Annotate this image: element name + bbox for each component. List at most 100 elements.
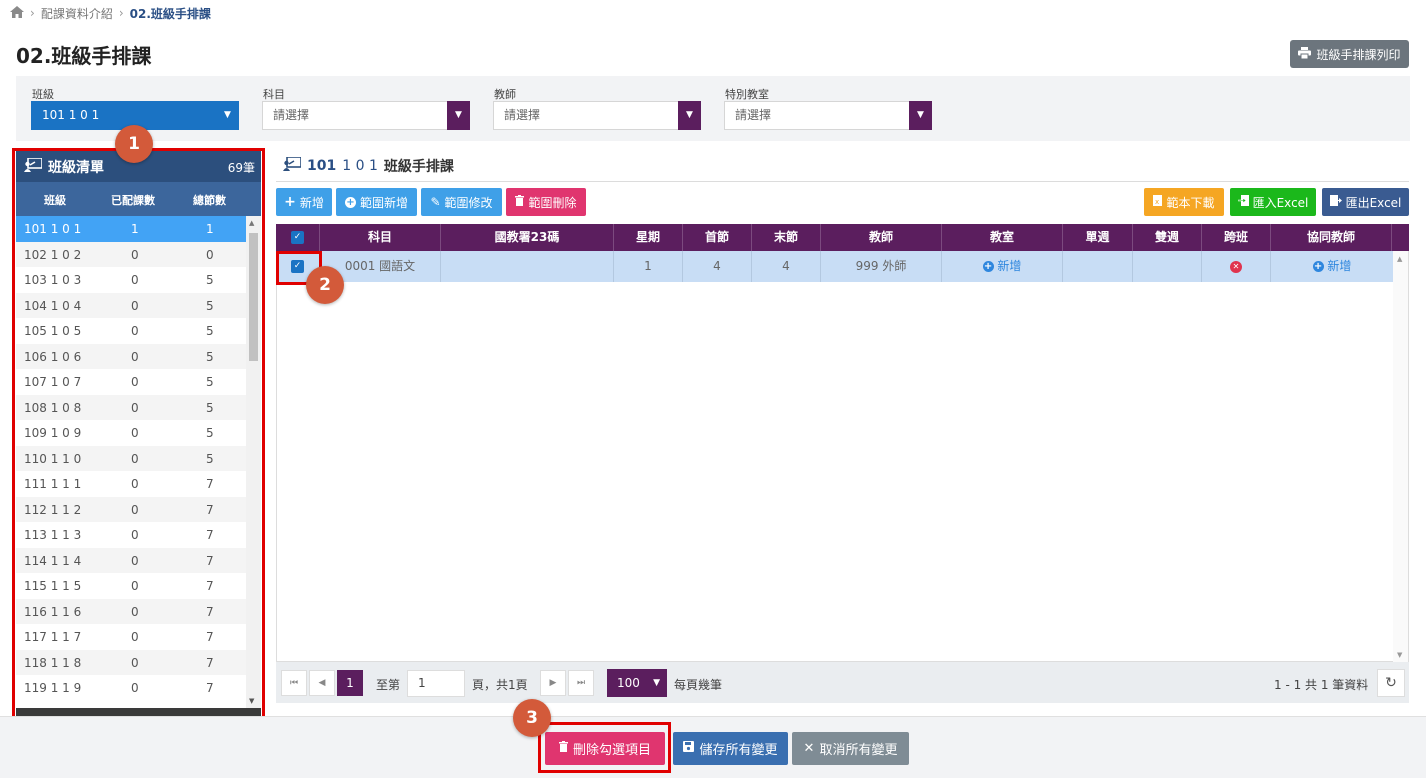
subject-select-value: 請選擇: [273, 108, 310, 122]
print-button[interactable]: 班級手排課列印: [1290, 40, 1409, 68]
col-first-period[interactable]: 首節: [683, 224, 752, 251]
subject-select[interactable]: 請選擇 ▼: [262, 101, 470, 130]
cell-co-teacher[interactable]: + 新增: [1271, 251, 1393, 282]
filter-bar: 班級 101 1 0 1 ▼ 科目 請選擇 ▼ 教師 請選擇 ▼ 特別教室 請選…: [16, 76, 1410, 141]
cell-teacher[interactable]: 999 外師: [821, 251, 942, 282]
col-subject[interactable]: 科目: [320, 224, 441, 251]
col-single-week[interactable]: 單週: [1063, 224, 1133, 251]
col-co-teacher[interactable]: 協同教師: [1271, 224, 1392, 251]
caret-down-icon: ▼: [909, 101, 932, 130]
schedule-title: 101 1 0 1 班級手排課: [283, 156, 454, 176]
cell-code23[interactable]: [441, 251, 614, 282]
caret-down-icon: ▼: [224, 110, 231, 120]
close-circle-icon[interactable]: ✕: [1230, 260, 1242, 273]
caret-down-icon: ▼: [447, 101, 470, 130]
cell-weekday[interactable]: 1: [614, 251, 683, 282]
file-export-icon: [1329, 195, 1342, 209]
breadcrumb: › 配課資料介紹 › 02.班級手排課: [10, 5, 211, 21]
cell-single-week[interactable]: [1063, 251, 1133, 282]
room-add-label: 新增: [997, 259, 1022, 273]
export-excel-label: 匯出Excel: [1345, 195, 1402, 210]
pager-summary: 1 - 1 共 1 筆資料: [1274, 678, 1369, 692]
page-size-label: 每頁幾筆: [674, 678, 723, 692]
page-size-select[interactable]: 100 ▼: [607, 669, 667, 697]
add-label: 新增: [299, 195, 324, 210]
cell-first-period[interactable]: 4: [683, 251, 752, 282]
room-select-value: 請選擇: [735, 108, 772, 122]
next-page-icon[interactable]: ▶: [540, 670, 566, 696]
template-download-label: 範本下載: [1166, 195, 1215, 210]
caret-down-icon: ▼: [678, 101, 701, 130]
import-excel-button[interactable]: 匯入Excel: [1230, 188, 1316, 216]
room-select[interactable]: 請選擇 ▼: [724, 101, 932, 130]
col-double-week[interactable]: 雙週: [1133, 224, 1202, 251]
cell-room[interactable]: + 新增: [942, 251, 1063, 282]
export-excel-button[interactable]: 匯出Excel: [1322, 188, 1409, 216]
schedule-grid-header: ✓ 科目 國教署23碼 星期 首節 末節 教師 教室 單週 雙週 跨班 協同教師: [276, 224, 1409, 251]
goto-page-input[interactable]: 1: [407, 670, 465, 697]
plus-circle-icon: +: [344, 196, 356, 208]
teacher-select[interactable]: 請選擇 ▼: [493, 101, 701, 130]
highlight-box-1: [12, 148, 265, 721]
add-button[interactable]: + 新增: [276, 188, 332, 216]
teacher-filter-label: 教師: [494, 88, 516, 101]
plus-circle-icon: +: [1312, 261, 1324, 272]
last-page-icon[interactable]: ⏭: [568, 670, 594, 696]
print-label: 班級手排課列印: [1316, 47, 1401, 62]
class-filter-label: 班級: [32, 88, 54, 101]
breadcrumb-parent[interactable]: 配課資料介紹: [41, 5, 113, 22]
save-icon: [683, 741, 695, 756]
page-size-value: 100: [617, 676, 640, 690]
first-page-icon[interactable]: ⏮: [281, 670, 307, 696]
range-delete-button[interactable]: 範圍刪除: [506, 188, 586, 216]
cell-last-period[interactable]: 4: [752, 251, 821, 282]
class-select-value: 101 1 0 1: [42, 108, 100, 122]
prev-page-icon[interactable]: ◀: [309, 670, 335, 696]
pencil-icon: ✎: [430, 195, 441, 209]
page-number-current[interactable]: 1: [337, 670, 363, 696]
subject-filter-label: 科目: [263, 88, 285, 101]
svg-text:x: x: [1155, 198, 1159, 206]
save-all-button[interactable]: 儲存所有變更: [673, 732, 788, 765]
select-all-checkbox[interactable]: ✓: [291, 231, 304, 244]
schedule-grid-scrollbar[interactable]: ▲ ▼: [1393, 251, 1408, 662]
refresh-icon[interactable]: ↻: [1377, 669, 1405, 697]
cell-double-week[interactable]: [1133, 251, 1202, 282]
classroom-icon: [283, 156, 302, 175]
home-icon[interactable]: [10, 5, 24, 21]
close-icon: ✕: [803, 741, 815, 756]
scroll-up-icon[interactable]: ▲: [1397, 255, 1402, 263]
room-add-link[interactable]: + 新增: [982, 259, 1022, 273]
page-title: 02.班級手排課: [16, 44, 152, 68]
excel-file-icon: x: [1153, 195, 1163, 209]
highlight-box-3: [538, 722, 671, 773]
chevron-right-icon: ›: [30, 6, 35, 20]
range-add-button[interactable]: + 範圍新增: [336, 188, 417, 216]
table-row[interactable]: ✓ 0001 國語文 1 4 4 999 外師 + 新增 ✕ + 新增: [276, 251, 1393, 282]
cancel-all-label: 取消所有變更: [819, 743, 898, 758]
col-cross-class[interactable]: 跨班: [1202, 224, 1271, 251]
room-filter-label: 特別教室: [725, 88, 769, 101]
cell-cross-class[interactable]: ✕: [1202, 251, 1271, 282]
col-code23[interactable]: 國教署23碼: [441, 224, 614, 251]
range-edit-button[interactable]: ✎ 範圍修改: [421, 188, 502, 216]
page-total-label: 頁，共1頁: [472, 678, 528, 692]
schedule-title-class: 1 0 1: [342, 158, 378, 174]
col-room[interactable]: 教室: [942, 224, 1063, 251]
cancel-all-button[interactable]: ✕ 取消所有變更: [792, 732, 909, 765]
col-teacher[interactable]: 教師: [821, 224, 942, 251]
col-weekday[interactable]: 星期: [614, 224, 683, 251]
plus-icon: +: [284, 194, 296, 210]
range-add-label: 範圍新增: [359, 195, 408, 210]
trash-icon: [515, 195, 525, 209]
annotation-badge-3: 3: [513, 699, 551, 737]
scroll-down-icon[interactable]: ▼: [1397, 651, 1402, 659]
divider: [276, 181, 1409, 182]
breadcrumb-current: 02.班級手排課: [129, 6, 211, 21]
col-last-period[interactable]: 末節: [752, 224, 821, 251]
co-teacher-add-link[interactable]: + 新增: [1312, 259, 1351, 273]
chevron-right-icon: ›: [118, 6, 124, 20]
select-all-cell[interactable]: ✓: [276, 224, 320, 251]
template-download-button[interactable]: x 範本下載: [1144, 188, 1224, 216]
schedule-grid-body: [276, 251, 1409, 662]
